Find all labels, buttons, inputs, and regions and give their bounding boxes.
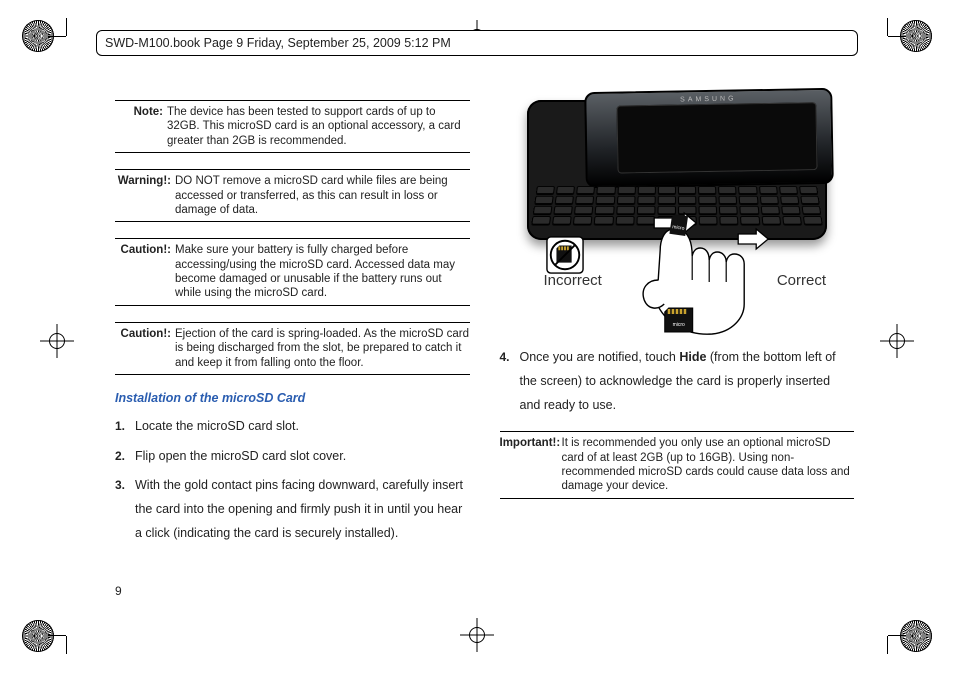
step-4: 4. Once you are notified, touch Hide (fr…	[520, 346, 855, 417]
caution1-callout: Caution!: Make sure your battery is full…	[115, 238, 470, 306]
step-text: Flip open the microSD card slot cover.	[135, 449, 346, 463]
registration-mark-icon	[40, 324, 74, 358]
caution-label: Caution!:	[115, 243, 175, 301]
step-2: 2. Flip open the microSD card slot cover…	[135, 445, 470, 469]
important-text: It is recommended you only use an option…	[562, 436, 855, 494]
document-header-text: SWD-M100.book Page 9 Friday, September 2…	[105, 36, 451, 50]
page-number: 9	[115, 584, 122, 598]
registration-mark-icon	[460, 618, 494, 652]
step-number: 1.	[115, 415, 125, 438]
important-label: Important!:	[500, 436, 562, 494]
incorrect-label: Incorrect	[544, 272, 602, 289]
incorrect-sd-icon	[546, 236, 584, 274]
note-text: The device has been tested to support ca…	[167, 105, 470, 148]
warning-callout: Warning!: DO NOT remove a microSD card w…	[115, 169, 470, 222]
step-3: 3. With the gold contact pins facing dow…	[135, 474, 470, 545]
step-text: Once you are notified, touch Hide (from …	[520, 350, 836, 412]
page-content: Note: The device has been tested to supp…	[115, 100, 854, 602]
step-text: Locate the microSD card slot.	[135, 419, 299, 433]
caution-label: Caution!:	[115, 327, 175, 370]
note-callout: Note: The device has been tested to supp…	[115, 100, 470, 153]
device-brand: SAMSUNG	[680, 96, 737, 104]
install-steps-continued: 4. Once you are notified, touch Hide (fr…	[500, 346, 855, 417]
right-column: SAMSUNG	[500, 100, 855, 602]
document-header: SWD-M100.book Page 9 Friday, September 2…	[96, 30, 858, 56]
caution-text: Make sure your battery is fully charged …	[175, 243, 470, 301]
device-illustration: SAMSUNG	[500, 100, 855, 330]
step-number: 2.	[115, 445, 125, 468]
svg-text:micro: micro	[672, 322, 684, 328]
crop-ornament-icon	[22, 620, 54, 652]
correct-label: Correct	[777, 272, 826, 289]
registration-mark-icon	[880, 324, 914, 358]
step-number: 3.	[115, 474, 125, 497]
step-number: 4.	[500, 346, 510, 369]
step-1: 1. Locate the microSD card slot.	[135, 415, 470, 439]
install-steps: 1. Locate the microSD card slot. 2. Flip…	[115, 415, 470, 546]
important-callout: Important!: It is recommended you only u…	[500, 431, 855, 499]
section-title: Installation of the microSD Card	[115, 391, 470, 405]
caution-text: Ejection of the card is spring-loaded. A…	[175, 327, 470, 370]
crop-ornament-icon	[900, 620, 932, 652]
caution2-callout: Caution!: Ejection of the card is spring…	[115, 322, 470, 375]
note-label: Note:	[115, 105, 167, 148]
warning-label: Warning!:	[115, 174, 175, 217]
left-column: Note: The device has been tested to supp…	[115, 100, 470, 602]
step-text: With the gold contact pins facing downwa…	[135, 478, 463, 540]
correct-sd-icon: micro	[662, 306, 696, 334]
warning-text: DO NOT remove a microSD card while files…	[175, 174, 470, 217]
